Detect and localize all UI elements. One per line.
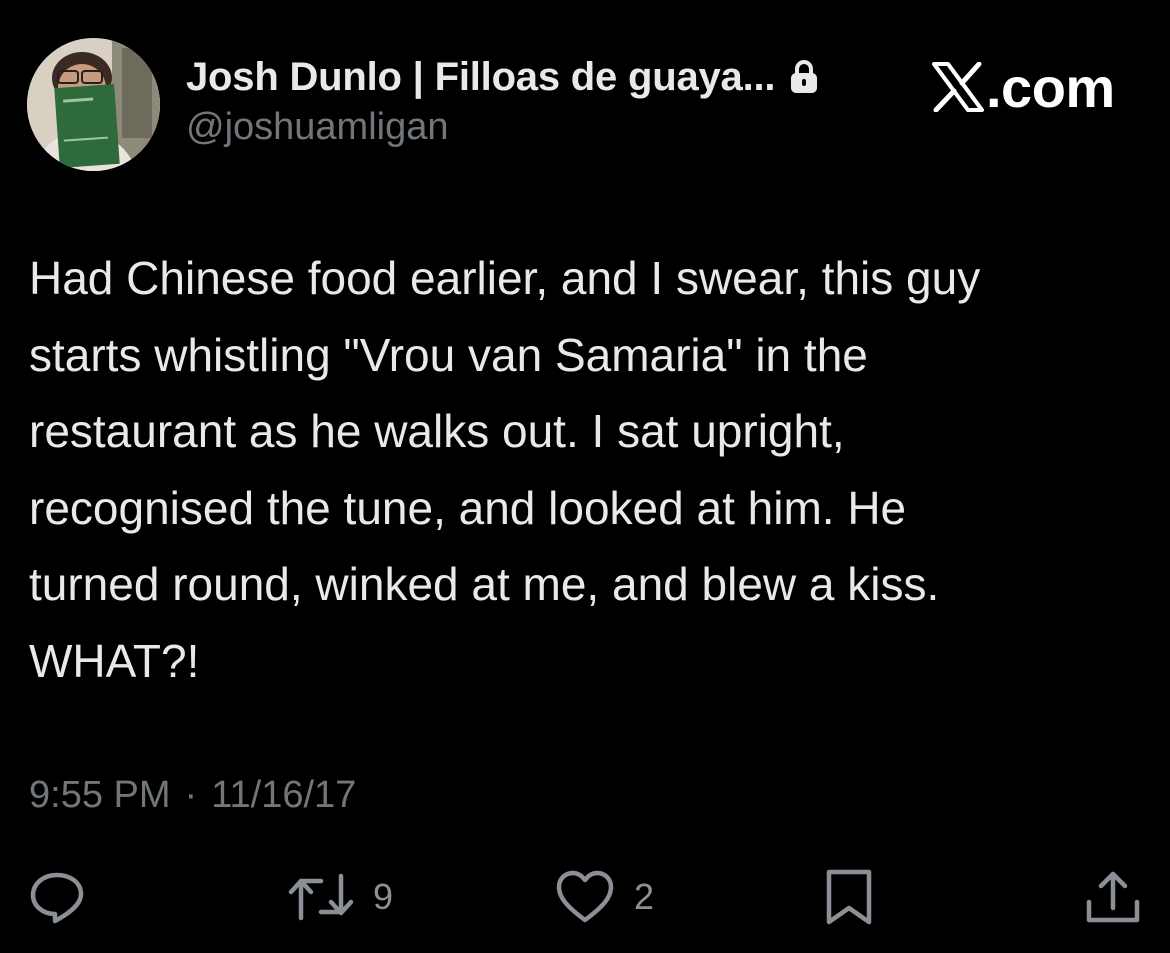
tweet-date: 11/16/17 — [211, 773, 357, 816]
reply-button[interactable] — [28, 865, 86, 929]
bookmark-button[interactable] — [822, 865, 876, 929]
display-name-row: Josh Dunlo | Filloas de guaya... — [186, 52, 819, 102]
timestamp-separator: · — [184, 773, 198, 816]
like-button[interactable]: 2 — [554, 865, 654, 929]
action-bar: 9 2 — [0, 865, 1170, 929]
author-handle[interactable]: @joshuamligan — [186, 106, 819, 149]
author-avatar[interactable] — [27, 38, 160, 171]
tweet-card: Josh Dunlo | Filloas de guaya... @joshua… — [0, 0, 1170, 953]
share-icon — [1084, 868, 1142, 926]
author-names: Josh Dunlo | Filloas de guaya... @joshua… — [186, 52, 819, 149]
avatar-photo-icon — [27, 38, 160, 171]
retweet-icon — [287, 868, 355, 926]
lock-icon — [789, 60, 819, 94]
like-count: 2 — [634, 876, 655, 917]
tweet-text: Had Chinese food earlier, and I swear, t… — [29, 252, 981, 687]
bookmark-icon — [822, 868, 876, 926]
brand-watermark: .com — [932, 55, 1115, 119]
x-logo-icon — [932, 61, 984, 113]
share-button[interactable] — [1084, 865, 1142, 929]
retweet-count: 9 — [373, 876, 394, 917]
tweet-timestamp[interactable]: 9:55 PM · 11/16/17 — [29, 770, 356, 820]
brand-text: .com — [986, 55, 1115, 119]
retweet-button[interactable]: 9 — [287, 865, 393, 929]
reply-icon — [28, 868, 86, 926]
tweet-time: 9:55 PM — [29, 773, 171, 816]
heart-icon — [554, 868, 616, 926]
display-name[interactable]: Josh Dunlo | Filloas de guaya... — [186, 55, 776, 100]
